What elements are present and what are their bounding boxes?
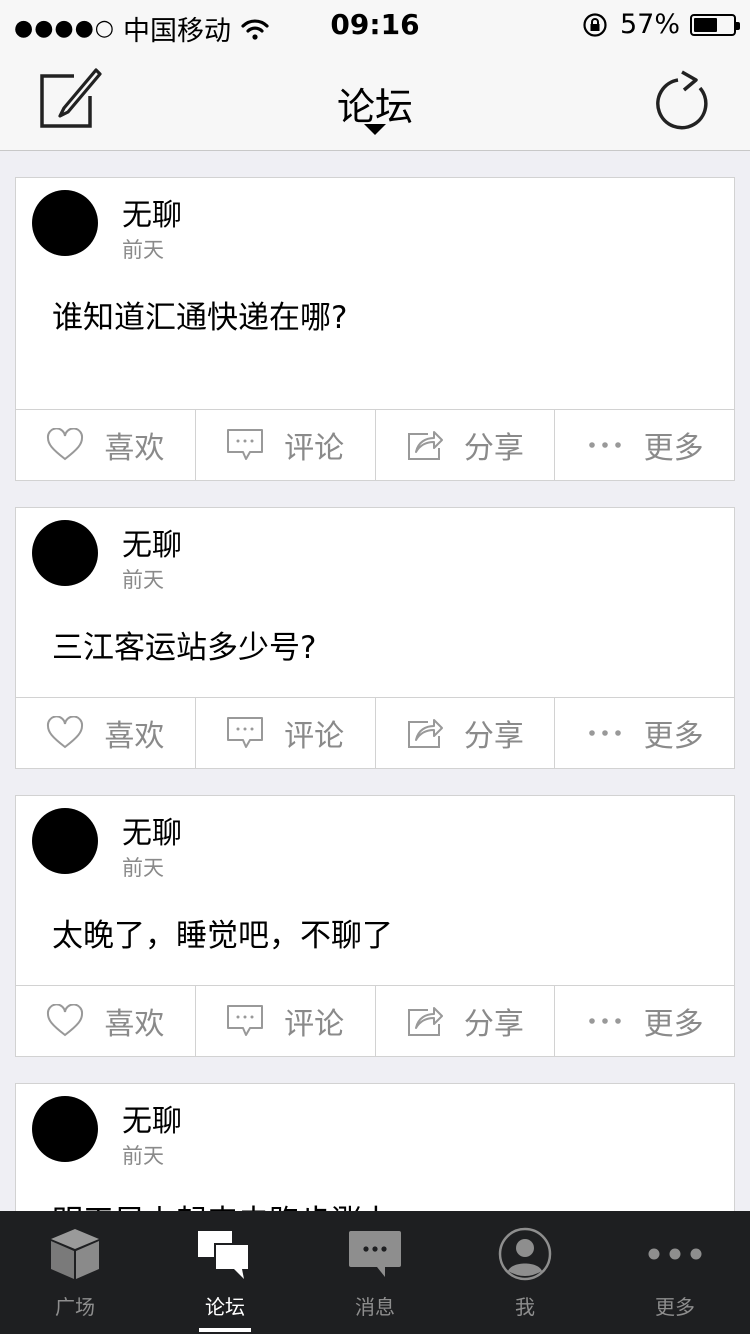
comment-button[interactable]: 评论 <box>196 410 376 480</box>
post-feed[interactable]: 无聊 前天 谁知道汇通快递在哪? 喜欢 评论 分享 更多 无聊 前天 三江客运站… <box>0 151 750 1211</box>
comment-label: 评论 <box>284 431 345 466</box>
share-label: 分享 <box>463 1007 524 1042</box>
post-author[interactable]: 无聊 <box>122 520 182 564</box>
post-actions: 喜欢 评论 分享 更多 <box>16 409 734 480</box>
comment-icon <box>227 1005 264 1036</box>
tab-forum[interactable]: 论坛 <box>150 1211 300 1334</box>
post-card[interactable]: 无聊 前天 谁知道汇通快递在哪? 喜欢 评论 分享 更多 <box>15 177 735 481</box>
share-label: 分享 <box>463 719 524 754</box>
post-content[interactable]: 太晚了，睡觉吧，不聊了 <box>52 910 393 955</box>
active-tab-indicator <box>199 1328 251 1332</box>
heart-icon <box>47 716 84 749</box>
rotation-lock-icon <box>583 12 607 37</box>
share-icon <box>407 1007 443 1036</box>
like-label: 喜欢 <box>104 1007 165 1042</box>
like-button[interactable]: 喜欢 <box>16 986 196 1056</box>
like-button[interactable]: 喜欢 <box>16 410 196 480</box>
tab-bar: 广场 论坛 消息 我 更多 <box>0 1211 750 1334</box>
comment-label: 评论 <box>284 719 345 754</box>
status-bar: ●●●●○ 中国移动 09:16 57% <box>0 0 750 50</box>
tab-label: 我 <box>515 1295 535 1319</box>
more-dots-icon <box>588 442 621 448</box>
tab-messages[interactable]: 消息 <box>300 1211 450 1334</box>
like-label: 喜欢 <box>104 719 165 754</box>
post-time: 前天 <box>122 856 164 880</box>
avatar[interactable] <box>32 808 98 874</box>
nav-title-area[interactable]: 论坛 <box>0 76 750 131</box>
post-card[interactable]: 无聊 前天 三江客运站多少号? 喜欢 评论 分享 更多 <box>15 507 735 769</box>
comment-icon <box>227 717 264 748</box>
more-button[interactable]: 更多 <box>555 698 734 768</box>
tab-label: 更多 <box>655 1295 695 1319</box>
more-icon <box>648 1248 702 1260</box>
more-label: 更多 <box>643 431 704 466</box>
post-author[interactable]: 无聊 <box>122 808 182 852</box>
share-icon <box>407 719 443 748</box>
avatar[interactable] <box>32 1096 98 1162</box>
share-label: 分享 <box>463 431 524 466</box>
share-icon <box>407 431 443 460</box>
like-label: 喜欢 <box>104 431 165 466</box>
share-button[interactable]: 分享 <box>376 698 556 768</box>
avatar[interactable] <box>32 520 98 586</box>
share-button[interactable]: 分享 <box>376 986 556 1056</box>
refresh-button[interactable] <box>656 70 714 130</box>
tab-label: 论坛 <box>205 1295 245 1319</box>
more-label: 更多 <box>643 719 704 754</box>
post-content[interactable]: 明天早上起来去跑步涨力 <box>52 1196 393 1211</box>
post-time: 前天 <box>122 238 164 262</box>
post-content[interactable]: 谁知道汇通快递在哪? <box>52 292 347 337</box>
message-icon <box>349 1231 401 1277</box>
comment-icon <box>227 429 264 460</box>
share-button[interactable]: 分享 <box>376 410 556 480</box>
tab-more[interactable]: 更多 <box>600 1211 750 1334</box>
refresh-icon <box>656 70 708 130</box>
chat-bubbles-icon <box>198 1231 250 1279</box>
post-content[interactable]: 三江客运站多少号? <box>52 622 316 667</box>
post-card[interactable]: 无聊 前天 明天早上起来去跑步涨力 <box>15 1083 735 1211</box>
post-actions: 喜欢 评论 分享 更多 <box>16 985 734 1056</box>
comment-button[interactable]: 评论 <box>196 986 376 1056</box>
avatar[interactable] <box>32 190 98 256</box>
heart-icon <box>47 1004 84 1037</box>
cube-icon <box>51 1229 99 1279</box>
post-actions: 喜欢 评论 分享 更多 <box>16 697 734 768</box>
more-button[interactable]: 更多 <box>555 410 734 480</box>
more-button[interactable]: 更多 <box>555 986 734 1056</box>
post-author[interactable]: 无聊 <box>122 190 182 234</box>
status-right: 57% <box>582 9 740 40</box>
tab-square[interactable]: 广场 <box>0 1211 150 1334</box>
heart-icon <box>47 428 84 461</box>
tab-label: 广场 <box>55 1295 95 1319</box>
post-author[interactable]: 无聊 <box>122 1096 182 1140</box>
caret-down-icon[interactable] <box>364 124 386 135</box>
post-card[interactable]: 无聊 前天 太晚了，睡觉吧，不聊了 喜欢 评论 分享 更多 <box>15 795 735 1057</box>
like-button[interactable]: 喜欢 <box>16 698 196 768</box>
post-time: 前天 <box>122 1144 164 1168</box>
navigation-bar: 论坛 <box>0 50 750 151</box>
more-dots-icon <box>588 730 621 736</box>
page-title: 论坛 <box>336 85 413 129</box>
more-label: 更多 <box>643 1007 704 1042</box>
comment-button[interactable]: 评论 <box>196 698 376 768</box>
tab-me[interactable]: 我 <box>450 1211 600 1334</box>
tab-label: 消息 <box>355 1295 395 1319</box>
battery-percent: 57% <box>619 9 680 40</box>
battery-icon <box>690 13 740 36</box>
more-dots-icon <box>588 1018 621 1024</box>
user-icon <box>498 1227 552 1281</box>
post-time: 前天 <box>122 568 164 592</box>
comment-label: 评论 <box>284 1007 345 1042</box>
